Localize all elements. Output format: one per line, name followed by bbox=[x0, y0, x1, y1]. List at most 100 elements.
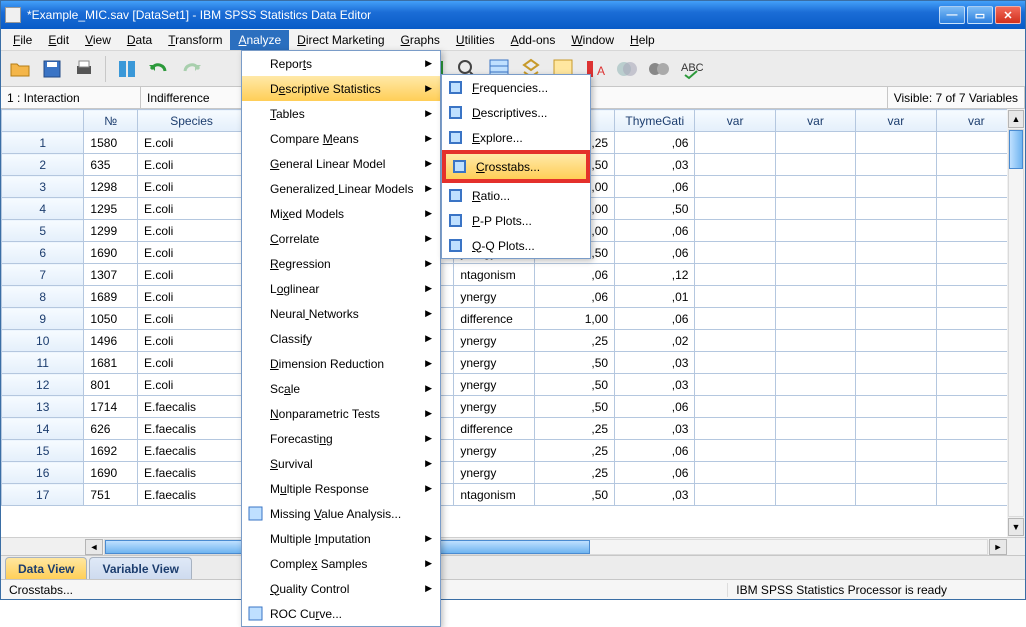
table-row[interactable]: 161690E.faecalisynergy,25,06 bbox=[2, 462, 1017, 484]
table-row[interactable]: 14626E.faecalisdifference,25,03 bbox=[2, 418, 1017, 440]
menu-item-loglinear[interactable]: Loglinear▶ bbox=[242, 276, 440, 301]
menu-item-tables[interactable]: Tables▶ bbox=[242, 101, 440, 126]
row-header[interactable]: 16 bbox=[2, 462, 84, 484]
save-icon[interactable] bbox=[37, 54, 67, 84]
menu-item-regression[interactable]: Regression▶ bbox=[242, 251, 440, 276]
menu-help[interactable]: Help bbox=[622, 30, 663, 50]
row-header[interactable]: 14 bbox=[2, 418, 84, 440]
row-header[interactable]: 15 bbox=[2, 440, 84, 462]
select-icon[interactable] bbox=[612, 54, 642, 84]
menu-graphs[interactable]: Graphs bbox=[393, 30, 448, 50]
row-header[interactable]: 3 bbox=[2, 176, 84, 198]
menu-view[interactable]: View bbox=[77, 30, 119, 50]
row-header[interactable]: 7 bbox=[2, 264, 84, 286]
analyze-menu-dropdown[interactable]: Reports▶Descriptive Statistics▶Tables▶Co… bbox=[241, 50, 441, 627]
menu-item-complex-samples[interactable]: Complex Samples▶ bbox=[242, 551, 440, 576]
horizontal-scrollbar[interactable]: ◄ ► bbox=[1, 537, 1025, 555]
row-header[interactable]: 6 bbox=[2, 242, 84, 264]
menu-item-compare-means[interactable]: Compare Means▶ bbox=[242, 126, 440, 151]
menu-item-multiple-response[interactable]: Multiple Response▶ bbox=[242, 476, 440, 501]
row-header[interactable]: 4 bbox=[2, 198, 84, 220]
table-row[interactable]: 17751E.faecalisntagonism,50,03 bbox=[2, 484, 1017, 506]
sets-icon[interactable] bbox=[644, 54, 674, 84]
spellcheck-icon[interactable]: ABC bbox=[676, 54, 706, 84]
menu-item-reports[interactable]: Reports▶ bbox=[242, 51, 440, 76]
menu-item-multiple-imputation[interactable]: Multiple Imputation▶ bbox=[242, 526, 440, 551]
menu-item-classify[interactable]: Classify▶ bbox=[242, 326, 440, 351]
submenu-item-explore[interactable]: Explore... bbox=[442, 125, 590, 150]
menu-item-descriptive-statistics[interactable]: Descriptive Statistics▶ bbox=[242, 76, 440, 101]
column-header[interactable]: Species bbox=[138, 110, 246, 132]
submenu-item-ratio[interactable]: Ratio... bbox=[442, 183, 590, 208]
row-header[interactable]: 10 bbox=[2, 330, 84, 352]
submenu-item-q-q-plots[interactable]: Q-Q Plots... bbox=[442, 233, 590, 258]
print-icon[interactable] bbox=[69, 54, 99, 84]
table-row[interactable]: 71307E.colintagonism,06,12 bbox=[2, 264, 1017, 286]
table-row[interactable]: 12801E.coliynergy,50,03 bbox=[2, 374, 1017, 396]
submenu-item-frequencies[interactable]: Frequencies... bbox=[442, 75, 590, 100]
menu-item-scale[interactable]: Scale▶ bbox=[242, 376, 440, 401]
tab-data-view[interactable]: Data View bbox=[5, 557, 87, 579]
menu-add-ons[interactable]: Add-ons bbox=[503, 30, 564, 50]
menu-item-missing-value-analysis[interactable]: Missing Value Analysis... bbox=[242, 501, 440, 526]
scroll-right-icon[interactable]: ► bbox=[989, 539, 1007, 555]
table-row[interactable]: 111681E.coliynergy,50,03 bbox=[2, 352, 1017, 374]
column-header[interactable]: № bbox=[84, 110, 138, 132]
table-row[interactable]: 91050E.colidifference1,00,06 bbox=[2, 308, 1017, 330]
menu-item-dimension-reduction[interactable]: Dimension Reduction▶ bbox=[242, 351, 440, 376]
menu-item-roc-curve[interactable]: ROC Curve... bbox=[242, 601, 440, 626]
menu-item-forecasting[interactable]: Forecasting▶ bbox=[242, 426, 440, 451]
descriptive-stats-submenu[interactable]: Frequencies...Descriptives...Explore... C… bbox=[441, 74, 591, 259]
row-header[interactable]: 12 bbox=[2, 374, 84, 396]
row-header[interactable]: 2 bbox=[2, 154, 84, 176]
menu-transform[interactable]: Transform bbox=[160, 30, 230, 50]
table-row[interactable]: 81689E.coliynergy,06,01 bbox=[2, 286, 1017, 308]
row-header[interactable]: 8 bbox=[2, 286, 84, 308]
scroll-up-icon[interactable]: ▲ bbox=[1008, 110, 1024, 128]
column-header[interactable]: var bbox=[936, 110, 1016, 132]
menu-data[interactable]: Data bbox=[119, 30, 160, 50]
menu-item-generalized-linear-models[interactable]: Generalized Linear Models▶ bbox=[242, 176, 440, 201]
menu-edit[interactable]: Edit bbox=[40, 30, 77, 50]
row-header[interactable]: 17 bbox=[2, 484, 84, 506]
menu-utilities[interactable]: Utilities bbox=[448, 30, 503, 50]
row-header[interactable]: 13 bbox=[2, 396, 84, 418]
submenu-item-crosstabs[interactable]: Crosstabs... bbox=[446, 154, 586, 179]
column-header[interactable]: ThymeGati bbox=[615, 110, 695, 132]
recall-dialog-icon[interactable] bbox=[112, 54, 142, 84]
table-row[interactable]: 131714E.faecalisynergy,50,06 bbox=[2, 396, 1017, 418]
tab-variable-view[interactable]: Variable View bbox=[89, 557, 192, 579]
menu-item-mixed-models[interactable]: Mixed Models▶ bbox=[242, 201, 440, 226]
menu-item-neural-networks[interactable]: Neural Networks▶ bbox=[242, 301, 440, 326]
row-header[interactable]: 9 bbox=[2, 308, 84, 330]
table-row[interactable]: 101496E.coliynergy,25,02 bbox=[2, 330, 1017, 352]
menu-analyze[interactable]: Analyze bbox=[230, 30, 289, 50]
row-header[interactable]: 5 bbox=[2, 220, 84, 242]
column-header[interactable]: var bbox=[775, 110, 855, 132]
vertical-scroll-thumb[interactable] bbox=[1009, 130, 1023, 169]
scroll-down-icon[interactable]: ▼ bbox=[1008, 518, 1024, 536]
submenu-item-descriptives[interactable]: Descriptives... bbox=[442, 100, 590, 125]
redo-icon[interactable] bbox=[176, 54, 206, 84]
menu-item-general-linear-model[interactable]: General Linear Model▶ bbox=[242, 151, 440, 176]
undo-icon[interactable] bbox=[144, 54, 174, 84]
row-header[interactable]: 1 bbox=[2, 132, 84, 154]
menu-item-survival[interactable]: Survival▶ bbox=[242, 451, 440, 476]
close-button[interactable]: ✕ bbox=[995, 6, 1021, 24]
minimize-button[interactable]: — bbox=[939, 6, 965, 24]
open-icon[interactable] bbox=[5, 54, 35, 84]
menu-file[interactable]: File bbox=[5, 30, 40, 50]
table-row[interactable]: 151692E.faecalisynergy,25,06 bbox=[2, 440, 1017, 462]
column-header[interactable]: var bbox=[856, 110, 936, 132]
vertical-scrollbar[interactable]: ▲ ▼ bbox=[1007, 109, 1025, 537]
submenu-item-p-p-plots[interactable]: P-P Plots... bbox=[442, 208, 590, 233]
menu-item-nonparametric-tests[interactable]: Nonparametric Tests▶ bbox=[242, 401, 440, 426]
row-header[interactable]: 11 bbox=[2, 352, 84, 374]
column-header[interactable]: var bbox=[695, 110, 775, 132]
menu-direct-marketing[interactable]: Direct Marketing bbox=[289, 30, 392, 50]
scroll-left-icon[interactable]: ◄ bbox=[85, 539, 103, 555]
maximize-button[interactable]: ▭ bbox=[967, 6, 993, 24]
menu-window[interactable]: Window bbox=[563, 30, 622, 50]
menu-item-quality-control[interactable]: Quality Control▶ bbox=[242, 576, 440, 601]
menu-item-correlate[interactable]: Correlate▶ bbox=[242, 226, 440, 251]
